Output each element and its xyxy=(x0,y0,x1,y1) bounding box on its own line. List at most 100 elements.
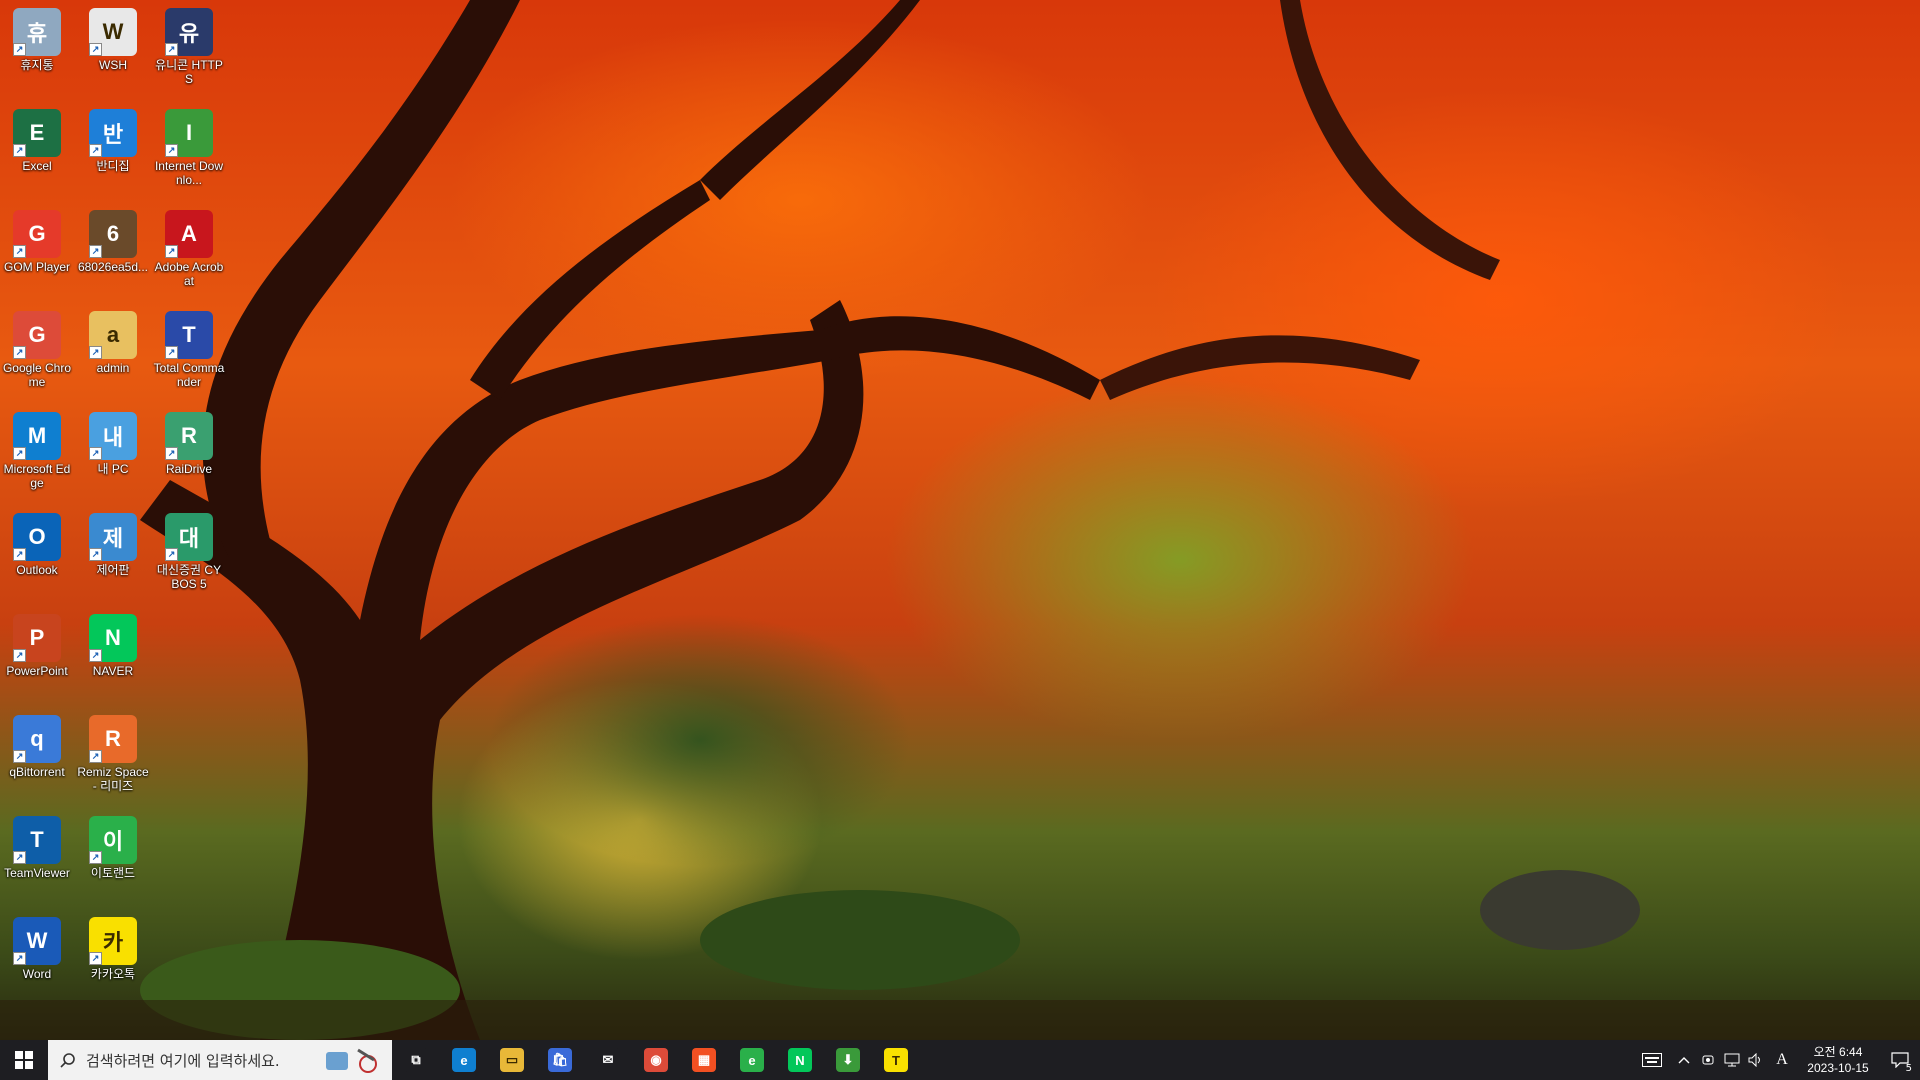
show-hidden-icons-chevron-up-icon[interactable] xyxy=(1672,1040,1696,1080)
control-panel-icon: 제 ↗ xyxy=(89,513,137,561)
gom-player-icon: G ↗ xyxy=(13,210,61,258)
touch-keyboard-icon[interactable] xyxy=(1632,1040,1672,1080)
shortcut-arrow-icon: ↗ xyxy=(89,851,102,864)
shortcut-arrow-icon: ↗ xyxy=(165,245,178,258)
shortcut-arrow-icon: ↗ xyxy=(165,447,178,460)
etoland-icon: 이 ↗ xyxy=(89,816,137,864)
taskbar-app-kakaotalk[interactable]: T xyxy=(872,1040,920,1080)
shortcut-arrow-icon: ↗ xyxy=(13,952,26,965)
desktop-icon-label: qBittorrent xyxy=(9,765,65,779)
windows-logo-icon xyxy=(15,1051,33,1069)
shortcut-arrow-icon: ↗ xyxy=(89,43,102,56)
desktop-icon-label: admin xyxy=(96,361,130,375)
desktop-icon[interactable]: W ↗ WSH xyxy=(77,4,149,72)
desktop-icon[interactable]: 6 ↗ 68026ea5d... xyxy=(77,206,149,274)
desktop-icon[interactable]: R ↗ RaiDrive xyxy=(153,408,225,476)
desktop-icon-label: RaiDrive xyxy=(165,462,212,476)
user-folder-icon: a ↗ xyxy=(89,311,137,359)
desktop-icon[interactable]: 제 ↗ 제어판 xyxy=(77,509,149,577)
action-center-notifications-icon[interactable]: 5 xyxy=(1880,1040,1920,1080)
taskbar-app-file-explorer[interactable]: ▭ xyxy=(488,1040,536,1080)
desktop-icon-label: Word xyxy=(22,967,52,981)
desktop-icon-label: 68026ea5d... xyxy=(77,260,149,274)
desktop-icon-label: 카카오톡 xyxy=(90,967,136,981)
taskbar-app-etoland[interactable]: e xyxy=(728,1040,776,1080)
meet-now-camera-icon[interactable] xyxy=(1696,1040,1720,1080)
shortcut-arrow-icon: ↗ xyxy=(89,346,102,359)
desktop-icon[interactable]: T ↗ TeamViewer xyxy=(1,812,73,880)
shortcut-arrow-icon: ↗ xyxy=(13,851,26,864)
desktop-icon[interactable]: 카 ↗ 카카오톡 xyxy=(77,913,149,981)
desktop-icon[interactable]: M ↗ Microsoft Edge xyxy=(1,408,73,490)
volume-speaker-icon[interactable] xyxy=(1744,1040,1768,1080)
excel-icon: E ↗ xyxy=(13,109,61,157)
store-icon: 🛍 xyxy=(548,1048,572,1072)
task-view-icon: ⧉ xyxy=(404,1048,428,1072)
idm-icon: I ↗ xyxy=(165,109,213,157)
desktop-icon-label: 이토랜드 xyxy=(90,866,136,880)
shortcut-arrow-icon: ↗ xyxy=(89,548,102,561)
taskbar-app-naver[interactable]: N xyxy=(776,1040,824,1080)
taskbar-app-edge[interactable]: e xyxy=(440,1040,488,1080)
desktop-icon[interactable]: I ↗ Internet Downlo... xyxy=(153,105,225,187)
taskbar-app-microsoft-apps[interactable]: ▦ xyxy=(680,1040,728,1080)
chrome-icon: G ↗ xyxy=(13,311,61,359)
desktop-icon[interactable]: 유 ↗ 유니콘 HTTPS xyxy=(153,4,225,86)
shortcut-arrow-icon: ↗ xyxy=(13,447,26,460)
desktop-icon[interactable]: 이 ↗ 이토랜드 xyxy=(77,812,149,880)
taskbar-clock[interactable]: 오전 6:44 2023-10-15 xyxy=(1796,1044,1880,1076)
ime-mode-indicator[interactable]: A xyxy=(1768,1040,1796,1080)
desktop-icon[interactable]: 내 ↗ 내 PC xyxy=(77,408,149,476)
desktop-icon[interactable]: G ↗ GOM Player xyxy=(1,206,73,274)
desktop-icon[interactable]: G ↗ Google Chrome xyxy=(1,307,73,389)
kakaotalk-icon: T xyxy=(884,1048,908,1072)
desktop-icon[interactable]: a ↗ admin xyxy=(77,307,149,375)
shortcut-arrow-icon: ↗ xyxy=(89,245,102,258)
taskbar-app-task-view[interactable]: ⧉ xyxy=(392,1040,440,1080)
shortcut-arrow-icon: ↗ xyxy=(89,952,102,965)
desktop-icon[interactable]: E ↗ Excel xyxy=(1,105,73,173)
total-commander-icon: T ↗ xyxy=(165,311,213,359)
desktop-icon[interactable]: 반 ↗ 반디집 xyxy=(77,105,149,173)
start-button[interactable] xyxy=(0,1040,48,1080)
folder-icon: ▭ xyxy=(500,1048,524,1072)
shortcut-arrow-icon: ↗ xyxy=(165,548,178,561)
desktop-icon-label: Excel xyxy=(22,159,52,173)
taskbar-app-chrome[interactable]: ◉ xyxy=(632,1040,680,1080)
desktop-icon[interactable]: 대 ↗ 대신증권 CYBOS 5 xyxy=(153,509,225,591)
desktop-icon[interactable]: T ↗ Total Commander xyxy=(153,307,225,389)
desktop-icon-label: Adobe Acrobat xyxy=(154,260,224,288)
taskbar-app-store[interactable]: 🛍 xyxy=(536,1040,584,1080)
network-icon[interactable] xyxy=(1720,1040,1744,1080)
desktop-icon[interactable]: q ↗ qBittorrent xyxy=(1,711,73,779)
raidrive-icon: R ↗ xyxy=(165,412,213,460)
shortcut-arrow-icon: ↗ xyxy=(89,447,102,460)
desktop-icon-label: GOM Player xyxy=(3,260,70,274)
desktop-icon-label: Outlook xyxy=(16,563,58,577)
shortcut-arrow-icon: ↗ xyxy=(13,245,26,258)
taskbar-app-mail[interactable]: ✉ xyxy=(584,1040,632,1080)
taskbar-app-internet-download-manager[interactable]: ⬇ xyxy=(824,1040,872,1080)
desktop-icon-label: 유니콘 HTTPS xyxy=(155,58,223,86)
teamviewer-icon: T ↗ xyxy=(13,816,61,864)
desktop-icon[interactable]: P ↗ PowerPoint xyxy=(1,610,73,678)
etoland-icon: e xyxy=(740,1048,764,1072)
shortcut-arrow-icon: ↗ xyxy=(89,750,102,763)
naver-icon: N ↗ xyxy=(89,614,137,662)
shortcut-arrow-icon: ↗ xyxy=(165,144,178,157)
desktop-icon[interactable]: O ↗ Outlook xyxy=(1,509,73,577)
unicorn-https-icon: 유 ↗ xyxy=(165,8,213,56)
desktop-icon-label: Total Commander xyxy=(153,361,225,389)
desktop-icon[interactable]: 휴 ↗ 휴지통 xyxy=(1,4,73,72)
kakaotalk-icon: 카 ↗ xyxy=(89,917,137,965)
taskbar-pinned-apps: ⧉ e ▭ 🛍 ✉ ◉ ▦ e N ⬇ T xyxy=(392,1040,920,1080)
desktop-icon[interactable]: N ↗ NAVER xyxy=(77,610,149,678)
taskbar-search-box[interactable]: 검색하려면 여기에 입력하세요. xyxy=(48,1040,392,1080)
desktop-icon[interactable]: R ↗ Remiz Space - 리미즈 xyxy=(77,711,149,793)
recycle-bin-icon: 휴 ↗ xyxy=(13,8,61,56)
naver-icon: N xyxy=(788,1048,812,1072)
desktop-icon[interactable]: W ↗ Word xyxy=(1,913,73,981)
desktop-icon-label: Internet Downlo... xyxy=(154,159,224,187)
desktop-icon[interactable]: A ↗ Adobe Acrobat xyxy=(153,206,225,288)
word-icon: W ↗ xyxy=(13,917,61,965)
